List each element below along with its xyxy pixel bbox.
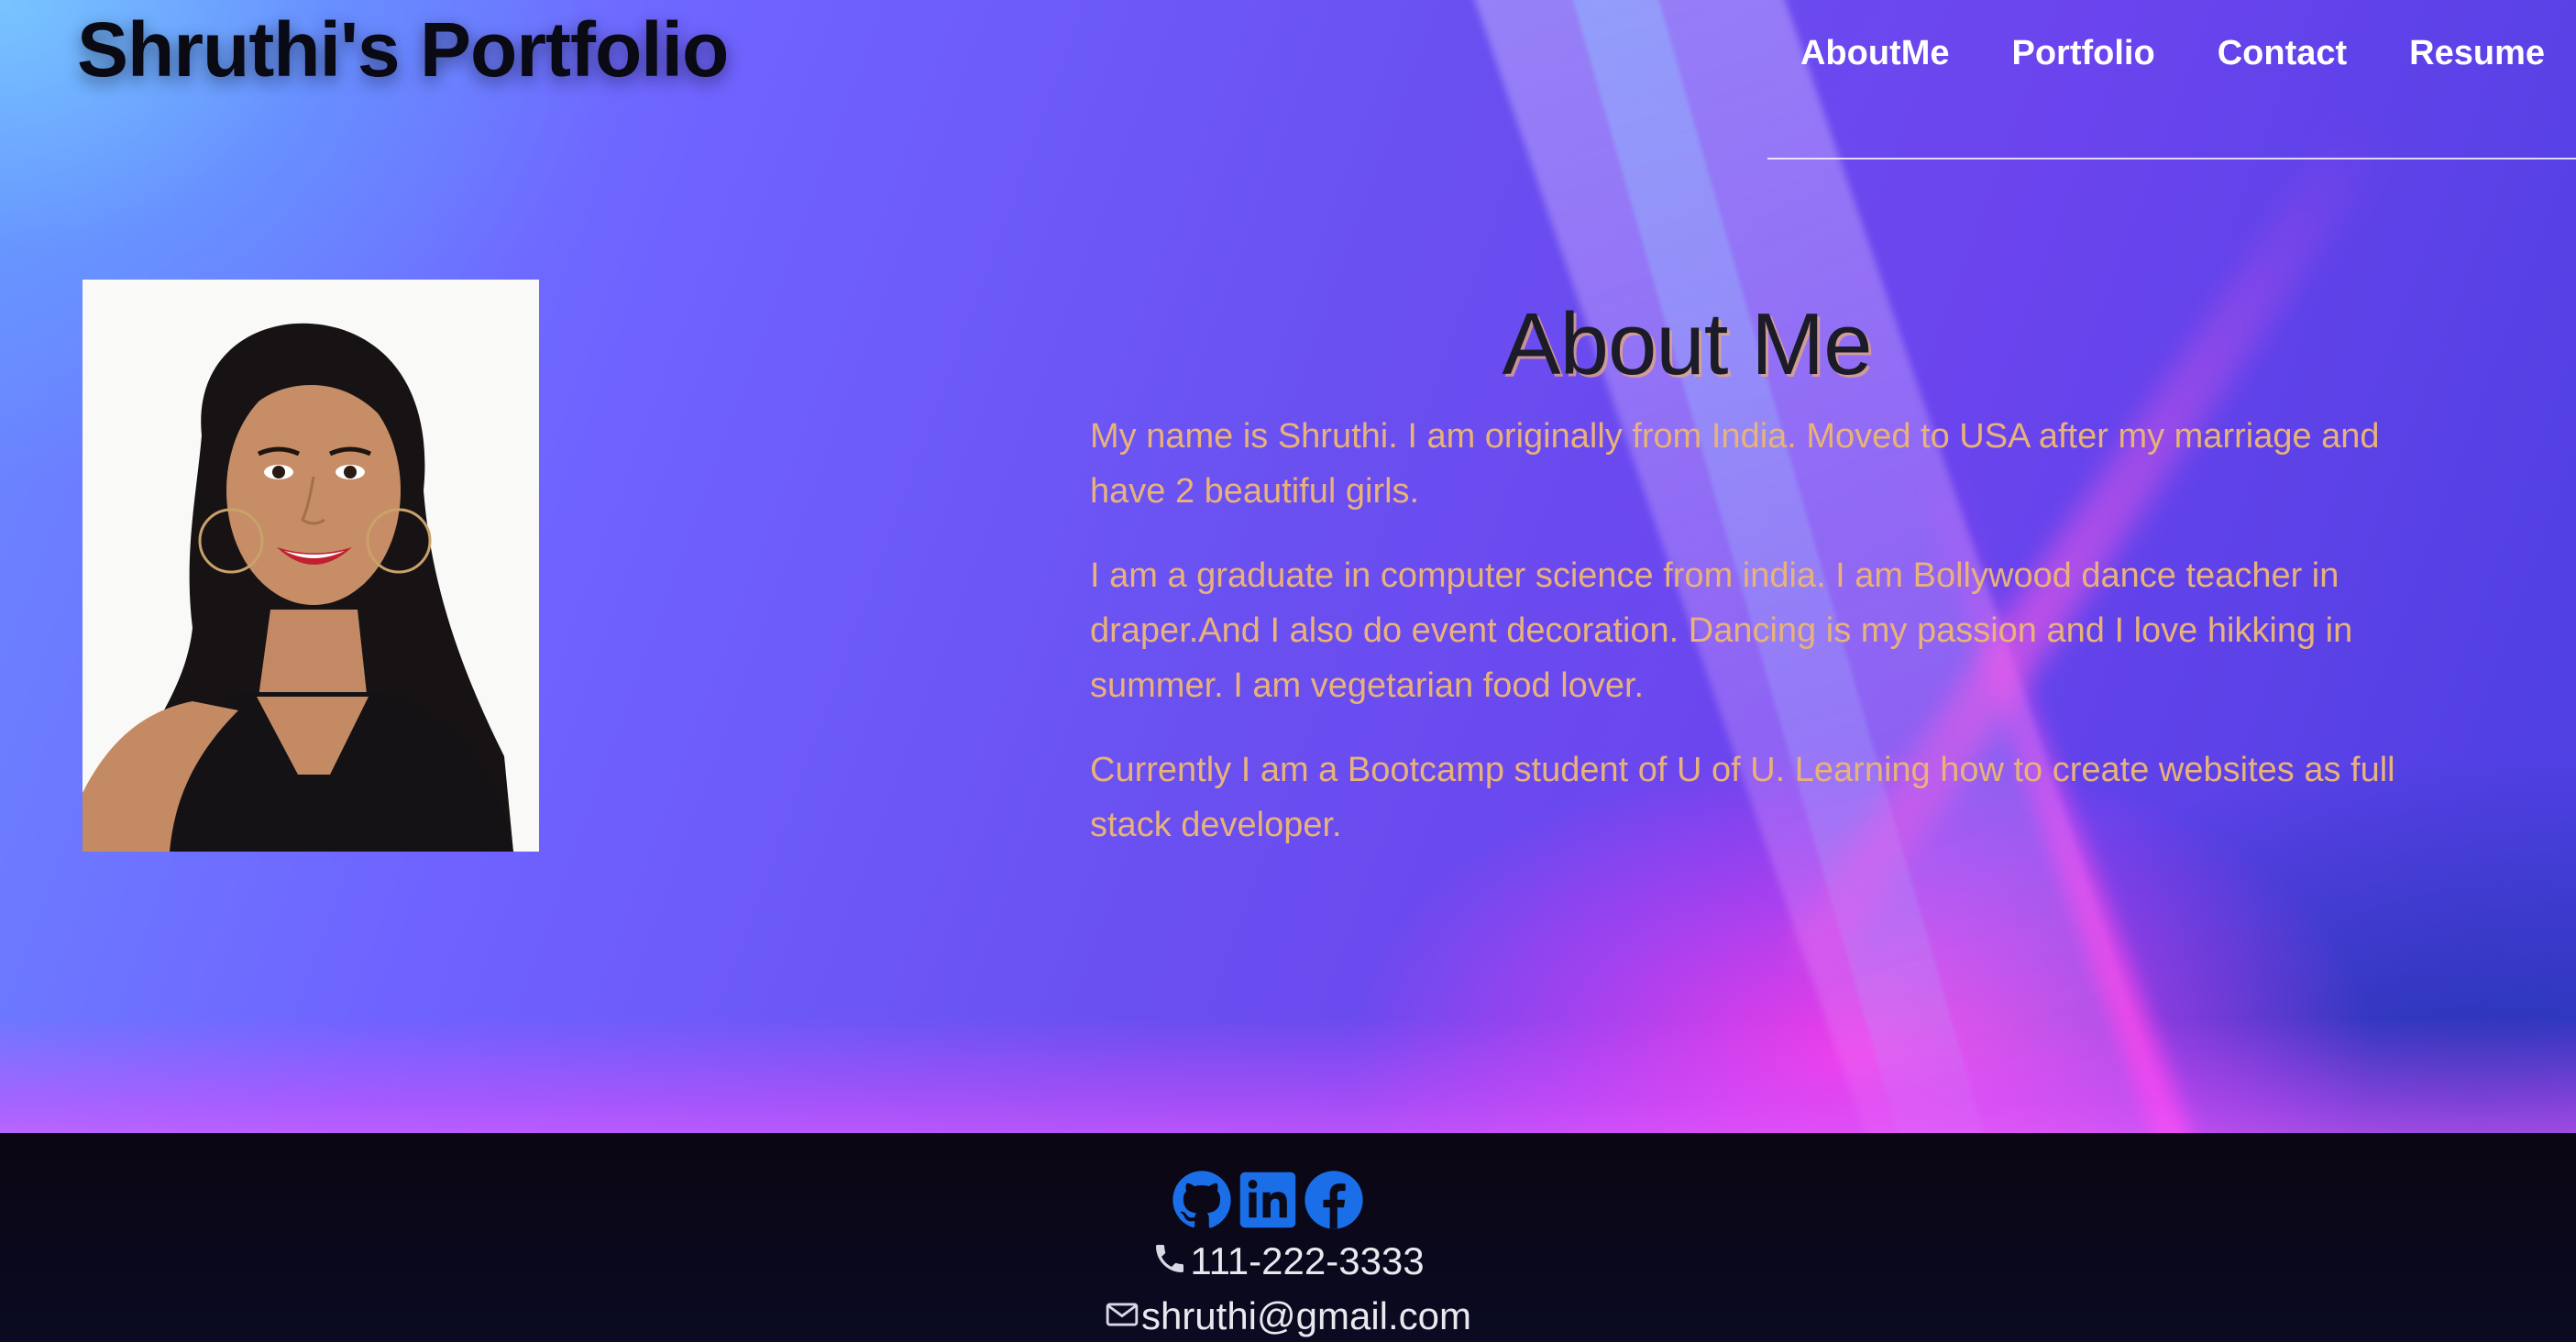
phone-icon <box>1151 1238 1188 1290</box>
about-paragraph: I am a graduate in computer science from… <box>1090 556 2353 705</box>
envelope-icon <box>1105 1293 1139 1342</box>
nav-link-portfolio[interactable]: Portfolio <box>2012 26 2155 81</box>
facebook-icon[interactable] <box>1304 1170 1364 1230</box>
nav-link-resume[interactable]: Resume <box>2409 26 2545 81</box>
nav-link-aboutme[interactable]: AboutMe <box>1800 26 1950 81</box>
profile-photo <box>83 280 539 852</box>
about-heading: About Me <box>1502 295 1873 393</box>
main-nav: AboutMe Portfolio Contact Resume <box>1800 26 2545 81</box>
nav-divider <box>1767 158 2576 160</box>
github-icon[interactable] <box>1172 1170 1232 1230</box>
about-paragraph: Currently I am a Bootcamp student of U o… <box>1090 751 2395 844</box>
linkedin-icon[interactable] <box>1238 1170 1298 1230</box>
portfolio-page: Shruthi's Portfolio AboutMe Portfolio Co… <box>0 0 2576 1342</box>
nav-link-contact[interactable]: Contact <box>2218 26 2347 81</box>
email-contact: shruthi@gmail.com <box>0 1291 2576 1342</box>
email-address[interactable]: shruthi@gmail.com <box>1141 1294 1471 1337</box>
about-paragraph: My name is Shruthi. I am originally from… <box>1090 417 2380 511</box>
social-links <box>1172 1170 1364 1230</box>
phone-contact: 111-222-3333 <box>0 1236 2576 1290</box>
about-text: My name is Shruthi. I am originally from… <box>1090 409 2447 882</box>
floor-glow <box>0 1018 2576 1133</box>
site-title: Shruthi's Portfolio <box>77 6 729 93</box>
phone-number[interactable]: 111-222-3333 <box>1190 1239 1424 1282</box>
